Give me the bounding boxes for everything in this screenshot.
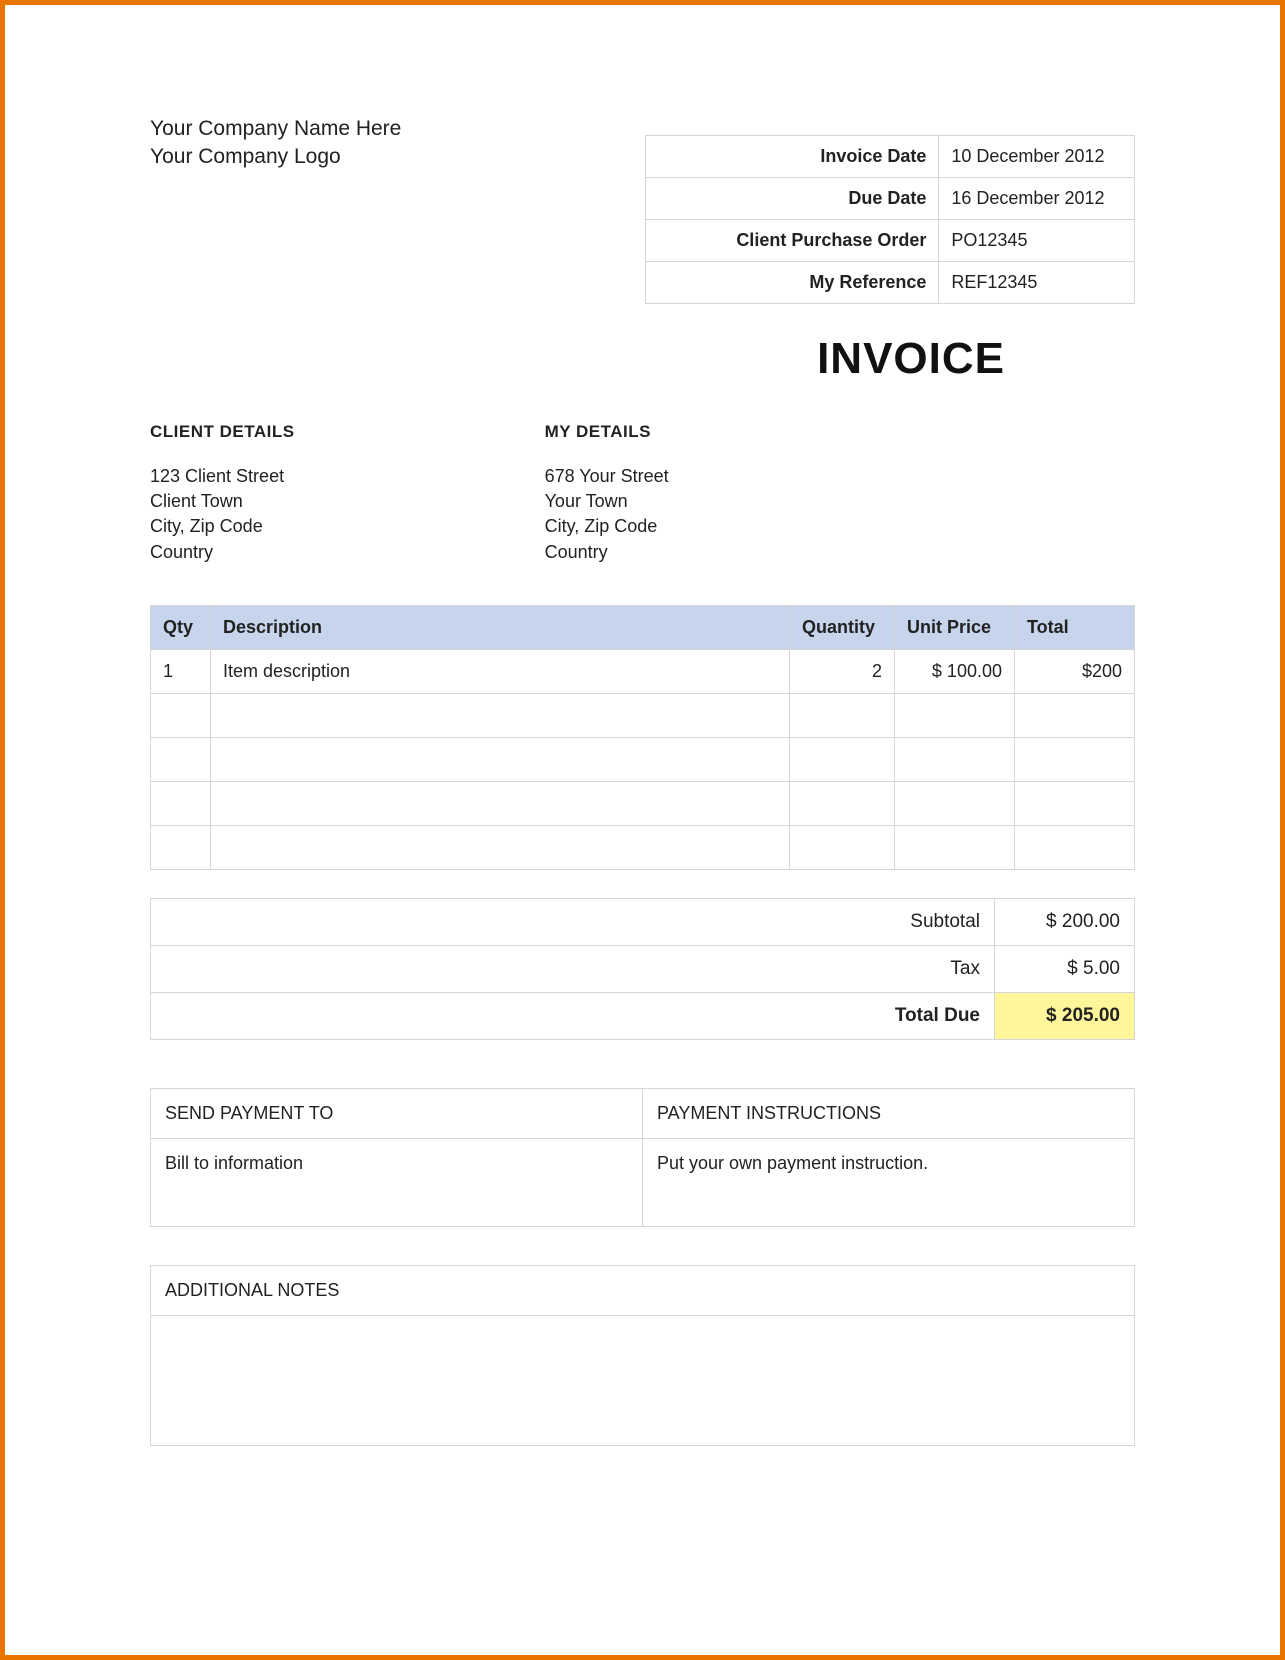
notes-header-row: ADDITIONAL NOTES (151, 1265, 1135, 1315)
item-qty (151, 825, 211, 869)
client-details: CLIENT DETAILS 123 Client Street Client … (150, 422, 295, 565)
totals-value: $ 200.00 (995, 898, 1135, 945)
item-qty (151, 781, 211, 825)
my-line: Your Town (545, 489, 669, 514)
client-line: City, Zip Code (150, 514, 295, 539)
items-table: Qty Description Quantity Unit Price Tota… (150, 605, 1135, 870)
item-unit: $ 100.00 (895, 649, 1015, 693)
invoice-document: Your Company Name Here Your Company Logo… (0, 0, 1285, 1660)
client-line: Country (150, 540, 295, 565)
item-desc (211, 781, 790, 825)
my-line: 678 Your Street (545, 464, 669, 489)
meta-label: Invoice Date (646, 136, 939, 178)
item-unit (895, 737, 1015, 781)
item-qty (151, 693, 211, 737)
payment-instructions-body: Put your own payment instruction. (643, 1138, 1135, 1226)
totals-label: Subtotal (151, 898, 995, 945)
items-header-qty: Qty (151, 605, 211, 649)
items-row (151, 737, 1135, 781)
client-details-heading: CLIENT DETAILS (150, 422, 295, 442)
item-quantity (790, 781, 895, 825)
totals-value: $ 5.00 (995, 945, 1135, 992)
meta-value: REF12345 (939, 262, 1135, 304)
payment-send-to-heading: SEND PAYMENT TO (151, 1088, 643, 1138)
item-desc: Item description (211, 649, 790, 693)
item-total: $200 (1015, 649, 1135, 693)
meta-label: Client Purchase Order (646, 220, 939, 262)
items-header-quantity: Quantity (790, 605, 895, 649)
details-row: CLIENT DETAILS 123 Client Street Client … (150, 422, 1135, 565)
meta-label: Due Date (646, 178, 939, 220)
item-quantity (790, 693, 895, 737)
item-desc (211, 825, 790, 869)
totals-label: Total Due (151, 992, 995, 1039)
item-total (1015, 825, 1135, 869)
my-line: City, Zip Code (545, 514, 669, 539)
totals-value-due: $ 205.00 (995, 992, 1135, 1039)
meta-row-due-date: Due Date 16 December 2012 (646, 178, 1135, 220)
totals-row-tax: Tax $ 5.00 (151, 945, 1135, 992)
items-header-total: Total (1015, 605, 1135, 649)
company-block: Your Company Name Here Your Company Logo (150, 115, 401, 172)
item-quantity: 2 (790, 649, 895, 693)
meta-table: Invoice Date 10 December 2012 Due Date 1… (645, 135, 1135, 304)
payment-send-to-body: Bill to information (151, 1138, 643, 1226)
item-unit (895, 825, 1015, 869)
payment-table: SEND PAYMENT TO PAYMENT INSTRUCTIONS Bil… (150, 1088, 1135, 1227)
invoice-title: INVOICE (150, 334, 1005, 384)
meta-value: 16 December 2012 (939, 178, 1135, 220)
notes-body (151, 1315, 1135, 1445)
header-row: Your Company Name Here Your Company Logo… (150, 115, 1135, 304)
payment-instructions-heading: PAYMENT INSTRUCTIONS (643, 1088, 1135, 1138)
totals-label: Tax (151, 945, 995, 992)
items-header-unit: Unit Price (895, 605, 1015, 649)
meta-label: My Reference (646, 262, 939, 304)
item-qty (151, 737, 211, 781)
client-line: Client Town (150, 489, 295, 514)
company-name: Your Company Name Here (150, 115, 401, 143)
notes-table: ADDITIONAL NOTES (150, 1265, 1135, 1446)
meta-row-po: Client Purchase Order PO12345 (646, 220, 1135, 262)
item-qty: 1 (151, 649, 211, 693)
my-line: Country (545, 540, 669, 565)
item-desc (211, 737, 790, 781)
meta-value: 10 December 2012 (939, 136, 1135, 178)
item-desc (211, 693, 790, 737)
meta-value: PO12345 (939, 220, 1135, 262)
item-unit (895, 693, 1015, 737)
item-quantity (790, 825, 895, 869)
item-unit (895, 781, 1015, 825)
item-total (1015, 693, 1135, 737)
items-row (151, 825, 1135, 869)
notes-heading: ADDITIONAL NOTES (151, 1265, 1135, 1315)
payment-body-row: Bill to information Put your own payment… (151, 1138, 1135, 1226)
meta-row-ref: My Reference REF12345 (646, 262, 1135, 304)
notes-body-row (151, 1315, 1135, 1445)
client-line: 123 Client Street (150, 464, 295, 489)
items-row (151, 781, 1135, 825)
item-quantity (790, 737, 895, 781)
items-row: 1 Item description 2 $ 100.00 $200 (151, 649, 1135, 693)
items-row (151, 693, 1135, 737)
totals-table: Subtotal $ 200.00 Tax $ 5.00 Total Due $… (150, 898, 1135, 1040)
totals-row-due: Total Due $ 205.00 (151, 992, 1135, 1039)
company-logo-text: Your Company Logo (150, 143, 401, 171)
items-header-desc: Description (211, 605, 790, 649)
items-header-row: Qty Description Quantity Unit Price Tota… (151, 605, 1135, 649)
my-details-heading: MY DETAILS (545, 422, 669, 442)
totals-row-subtotal: Subtotal $ 200.00 (151, 898, 1135, 945)
my-details: MY DETAILS 678 Your Street Your Town Cit… (545, 422, 669, 565)
meta-row-invoice-date: Invoice Date 10 December 2012 (646, 136, 1135, 178)
item-total (1015, 737, 1135, 781)
item-total (1015, 781, 1135, 825)
payment-header-row: SEND PAYMENT TO PAYMENT INSTRUCTIONS (151, 1088, 1135, 1138)
